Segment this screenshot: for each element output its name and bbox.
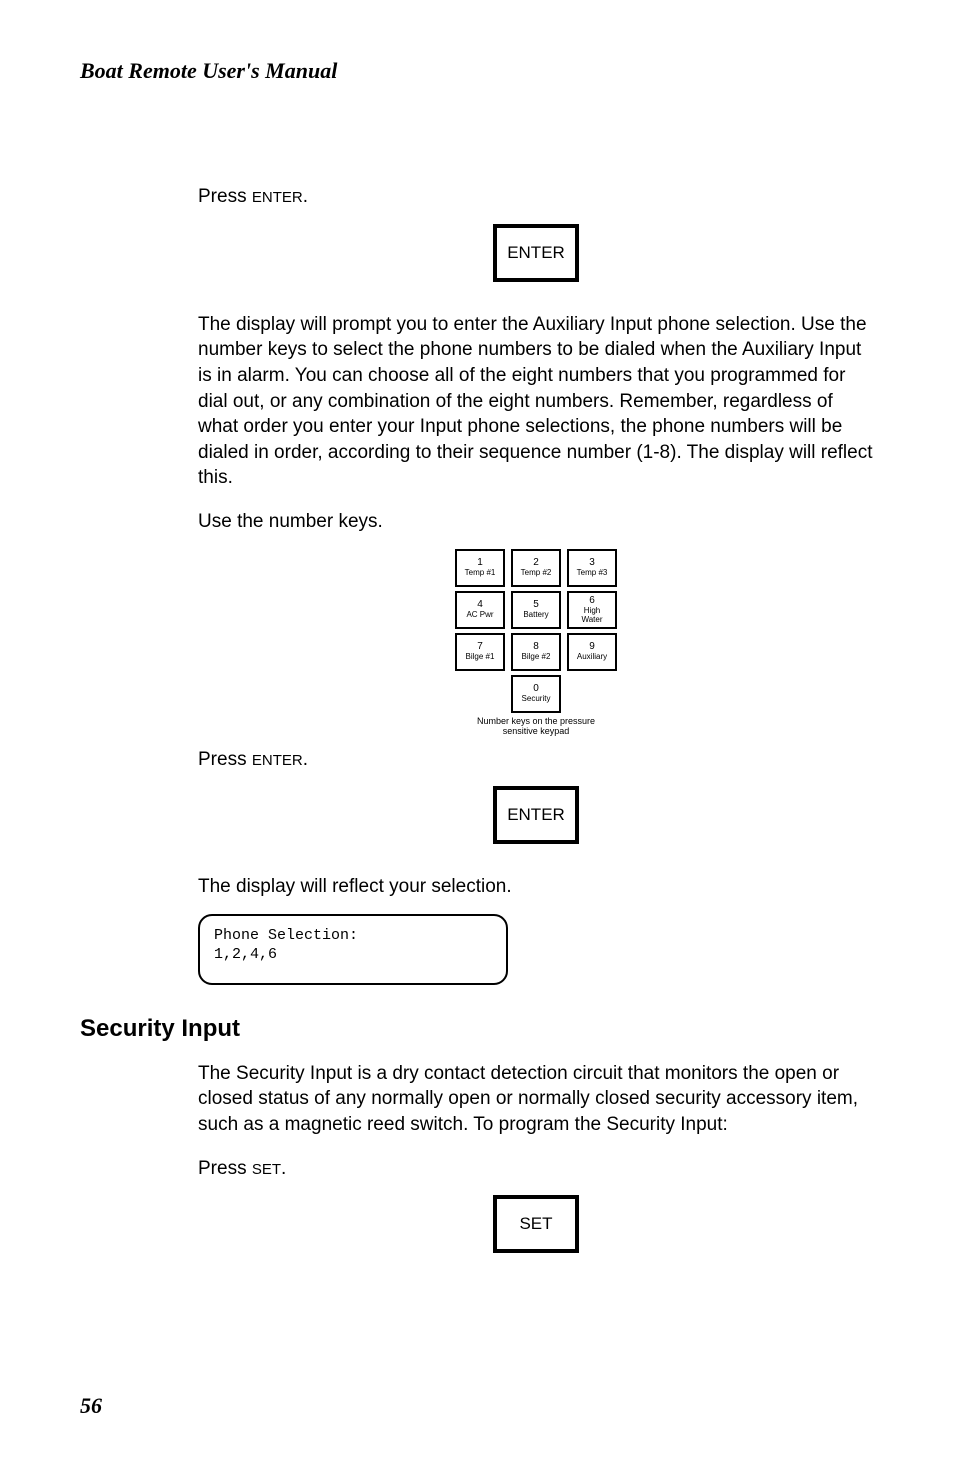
key-1-label: Temp #1 xyxy=(465,569,496,578)
set-smallcaps: SET xyxy=(252,1161,281,1178)
key-5-num: 5 xyxy=(533,599,539,610)
lcd-display: Phone Selection: 1,2,4,6 xyxy=(198,914,508,985)
keypad-caption: Number keys on the pressure sensitive ke… xyxy=(451,717,621,737)
key-7-label: Bilge #1 xyxy=(466,653,495,662)
keypad-row-3: 7Bilge #1 8Bilge #2 9Auxiliary xyxy=(451,633,621,671)
key-7: 7Bilge #1 xyxy=(455,633,505,671)
period-1: . xyxy=(303,186,308,207)
lcd-line-2: 1,2,4,6 xyxy=(214,945,492,965)
enter-smallcaps: ENTER xyxy=(252,189,303,206)
key-8-label: Bilge #2 xyxy=(522,653,551,662)
security-input-heading: Security Input xyxy=(80,1015,874,1043)
press-enter-2: Press ENTER. xyxy=(198,747,874,773)
key-6: 6High Water xyxy=(567,591,617,629)
enter-smallcaps-2: ENTER xyxy=(252,752,303,769)
keypad-row-2: 4AC Pwr 5Battery 6High Water xyxy=(451,591,621,629)
key-9-num: 9 xyxy=(589,641,595,652)
key-9: 9Auxiliary xyxy=(567,633,617,671)
set-key-illustration: SET xyxy=(493,1195,579,1253)
key-5-label: Battery xyxy=(523,611,548,620)
press-set: Press SET. xyxy=(198,1156,874,1182)
period-3: . xyxy=(281,1158,286,1179)
lcd-line-1: Phone Selection: xyxy=(214,926,492,946)
key-1: 1Temp #1 xyxy=(455,549,505,587)
press-enter-1: Press ENTER. xyxy=(198,184,874,210)
enter-key-illustration-2: ENTER xyxy=(493,786,579,844)
display-reflect-text: The display will reflect your selection. xyxy=(198,874,874,900)
keypad-caption-line2: sensitive keypad xyxy=(503,726,570,736)
key-4: 4AC Pwr xyxy=(455,591,505,629)
key-7-num: 7 xyxy=(477,641,483,652)
key-5: 5Battery xyxy=(511,591,561,629)
key-0: 0Security xyxy=(511,675,561,713)
key-8: 8Bilge #2 xyxy=(511,633,561,671)
page-header: Boat Remote User's Manual xyxy=(80,58,874,84)
page-number: 56 xyxy=(80,1393,102,1419)
main-content: Press ENTER. ENTER The display will prom… xyxy=(198,184,874,985)
key-6-label: High Water xyxy=(581,607,602,625)
key-9-label: Auxiliary xyxy=(577,653,607,662)
key-1-num: 1 xyxy=(477,557,483,568)
key-0-label: Security xyxy=(522,695,551,704)
key-2-num: 2 xyxy=(533,557,539,568)
period-2: . xyxy=(303,749,308,770)
press-text-3: Press xyxy=(198,1158,252,1179)
security-input-paragraph: The Security Input is a dry contact dete… xyxy=(198,1061,874,1138)
key-2-label: Temp #2 xyxy=(521,569,552,578)
press-text-2: Press xyxy=(198,749,252,770)
use-number-keys-text: Use the number keys. xyxy=(198,509,874,535)
keypad-illustration: 1Temp #1 2Temp #2 3Temp #3 4AC Pwr 5Batt… xyxy=(451,549,621,737)
keypad-caption-line1: Number keys on the pressure xyxy=(477,716,595,726)
keypad-row-1: 1Temp #1 2Temp #2 3Temp #3 xyxy=(451,549,621,587)
key-6-num: 6 xyxy=(589,595,595,606)
key-8-num: 8 xyxy=(533,641,539,652)
key-4-num: 4 xyxy=(477,599,483,610)
key-3-label: Temp #3 xyxy=(577,569,608,578)
key-3-num: 3 xyxy=(589,557,595,568)
security-content: The Security Input is a dry contact dete… xyxy=(198,1061,874,1254)
key-0-num: 0 xyxy=(533,683,539,694)
key-2: 2Temp #2 xyxy=(511,549,561,587)
key-3: 3Temp #3 xyxy=(567,549,617,587)
keypad-row-4: 0Security xyxy=(451,675,621,713)
enter-key-illustration-1: ENTER xyxy=(493,224,579,282)
key-4-label: AC Pwr xyxy=(466,611,493,620)
press-text: Press xyxy=(198,186,252,207)
auxiliary-input-paragraph: The display will prompt you to enter the… xyxy=(198,312,874,491)
